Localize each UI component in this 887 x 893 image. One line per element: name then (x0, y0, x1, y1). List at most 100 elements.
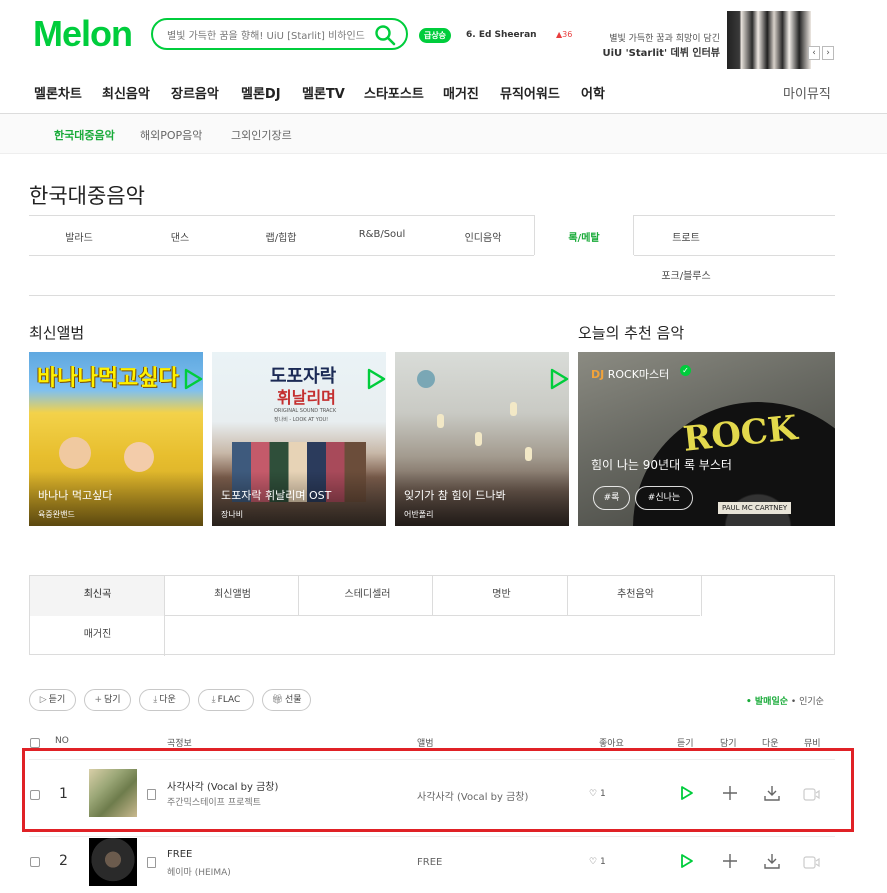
row-2-album-art[interactable] (89, 838, 137, 886)
row-2-artist[interactable]: 헤이마 (HEIMA) (167, 865, 231, 878)
melon-logo[interactable]: Melon (33, 14, 133, 54)
add-selected-button[interactable]: + 담기 (84, 689, 131, 711)
gnb-melon-tv[interactable]: 멜론TV (302, 83, 345, 102)
sort-by-release[interactable]: • 발매일순 (746, 697, 788, 707)
album-3-title[interactable]: 잊기가 참 힘이 드나봐 (404, 487, 506, 503)
search-input[interactable]: 별빛 가득한 꿈을 향해! UiU [Starlit] 비하인드 (167, 27, 372, 42)
tab-latest-albums[interactable]: 최신앨범 (165, 576, 300, 616)
recommend-title: 오늘의 추천 음악 (578, 324, 685, 342)
sort-by-popularity[interactable]: • 인기순 (791, 697, 824, 707)
sort-options: • 발매일순 • 인기순 (746, 694, 824, 707)
album-card-3[interactable]: 잊기가 참 힘이 드나봐 어반폴리 (395, 352, 569, 526)
gift-label: 선물 (284, 695, 302, 705)
genre-rock-metal[interactable]: 록/메탈 (534, 229, 634, 244)
play-icon[interactable] (179, 366, 203, 392)
download-selected-label: 다운 (159, 695, 176, 705)
album-2-cover-sub2: 장나비 - LOOK AT YOU! (274, 417, 329, 423)
album-card-1[interactable]: 바나나먹고싶다 바나나 먹고싶다 육중완밴드 (29, 352, 203, 526)
select-all-checkbox[interactable] (30, 738, 40, 748)
subnav-foreign-pop[interactable]: 해외POP음악 (140, 127, 202, 143)
gnb-melon-chart[interactable]: 멜론차트 (34, 83, 82, 102)
album-1-artist[interactable]: 육중완밴드 (38, 509, 75, 520)
rising-badge: 급상승 (419, 28, 451, 43)
download-icon: ⤓ (211, 695, 216, 705)
promo-line-2[interactable]: UiU 'Starlit' 데뷔 인터뷰 (600, 44, 720, 59)
gnb-genre-music[interactable]: 장르음악 (171, 83, 219, 102)
tab-steady-sellers[interactable]: 스테디셀러 (300, 576, 435, 616)
tab-classic-albums[interactable]: 명반 (434, 576, 569, 616)
tag-rock[interactable]: #록 (593, 486, 630, 510)
album-3-artist[interactable]: 어반폴리 (404, 509, 433, 520)
subnav-other-genres[interactable]: 그외인기장르 (231, 127, 292, 143)
sort-by-popularity-label: 인기순 (799, 697, 824, 707)
album-card-2[interactable]: 도포자락 휘날리며 ORIGINAL SOUND TRACK 장나비 - LOO… (212, 352, 386, 526)
album-1-face-right (124, 442, 154, 472)
row-2-number: 2 (59, 853, 68, 869)
gnb-latest-music[interactable]: 최신음악 (102, 83, 150, 102)
album-2-title[interactable]: 도포자락 휘날리며 OST (221, 487, 331, 503)
gnb-music-awards[interactable]: 뮤직어워드 (500, 83, 560, 102)
gnb-melon-dj[interactable]: 멜론DJ (241, 83, 281, 102)
sort-by-release-label: 발매일순 (754, 697, 789, 707)
play-selected-button[interactable]: ▷ 듣기 (29, 689, 76, 711)
page-title: 한국대중음악 (29, 184, 145, 208)
genre-rap-hiphop[interactable]: 랩/힙합 (231, 229, 331, 244)
row-2-checkbox[interactable] (30, 857, 40, 867)
add-selected-label: 담기 (103, 695, 121, 705)
row-2-album[interactable]: FREE (417, 857, 442, 868)
rising-rank-text[interactable]: 6. Ed Sheeran (466, 30, 537, 40)
recommend-playlist-title[interactable]: 힘이 나는 90년대 록 부스터 (591, 456, 732, 473)
album-2-artist[interactable]: 장나비 (221, 509, 243, 520)
genre-dance[interactable]: 댄스 (130, 229, 230, 244)
row-2-song-title[interactable]: FREE (167, 849, 192, 860)
mv-icon[interactable] (803, 854, 821, 872)
search-icon[interactable] (374, 24, 396, 46)
genre-mid-line-right (634, 255, 835, 256)
add-icon[interactable] (721, 852, 739, 870)
promo-line-1[interactable]: 별빛 가득한 꿈과 희망이 담긴 (600, 31, 720, 44)
flac-label: FLAC (217, 695, 241, 705)
promo-prev-button[interactable]: ‹ (808, 46, 820, 60)
genre-rnb-soul[interactable]: R&B/Soul (332, 229, 432, 240)
verified-check-icon: ✓ (680, 365, 691, 376)
genre-indie[interactable]: 인디음악 (433, 229, 533, 244)
promo-next-button[interactable]: › (822, 46, 834, 60)
gift-button[interactable]: 🎁︎ 선물 (262, 689, 311, 711)
dj-name[interactable]: ROCK마스터 (608, 368, 670, 381)
tab-row-divider (165, 615, 700, 616)
play-icon[interactable] (545, 366, 569, 392)
search-box[interactable]: 별빛 가득한 꿈을 향해! UiU [Starlit] 비하인드 (151, 18, 408, 50)
genre-folk-blues[interactable]: 포크/블루스 (636, 267, 736, 282)
download-icon: ⤓ (153, 695, 158, 705)
song-info-icon[interactable] (147, 857, 156, 868)
vinyl-label: PAUL MC CARTNEY (718, 502, 792, 514)
genre-ballad[interactable]: 발라드 (29, 229, 129, 244)
gnb-magazine[interactable]: 매거진 (443, 83, 479, 102)
tag-exciting[interactable]: #신나는 (635, 486, 693, 510)
genre-trot[interactable]: 트로트 (636, 229, 736, 244)
latest-albums-title: 최신앨범 (29, 324, 85, 342)
row-2-like-button[interactable]: ♡ 1 (589, 857, 606, 867)
tab-latest-songs[interactable]: 최신곡 (30, 576, 165, 616)
tab-divider (432, 576, 433, 616)
gnb-language[interactable]: 어학 (581, 83, 605, 102)
dj-info[interactable]: DJ ROCK마스터 (591, 366, 669, 382)
promo-banner-image[interactable] (727, 11, 811, 69)
subnav-korean-pop[interactable]: 한국대중음악 (54, 127, 115, 143)
download-selected-button[interactable]: ⤓ 다운 (139, 689, 190, 711)
album-1-title[interactable]: 바나나 먹고싶다 (38, 487, 112, 503)
recommend-card[interactable]: ROCK PAUL MC CARTNEY DJ ROCK마스터 ✓ 힘이 나는 … (578, 352, 835, 526)
download-icon[interactable] (763, 852, 781, 870)
gnb-starpost[interactable]: 스타포스트 (364, 83, 424, 102)
play-icon[interactable] (677, 852, 695, 870)
row-divider (29, 836, 835, 837)
genre-mid-line-left (29, 255, 534, 256)
tab-divider (567, 576, 568, 616)
tab-magazine[interactable]: 매거진 (30, 616, 165, 656)
flac-button[interactable]: ⤓ FLAC (198, 689, 254, 711)
album-3-bulb (437, 414, 444, 428)
play-icon[interactable] (362, 366, 386, 392)
tab-recommended-music[interactable]: 추천음악 (568, 576, 703, 616)
my-music-link[interactable]: 마이뮤직 (783, 83, 831, 102)
heart-icon: ♡ (589, 857, 598, 867)
